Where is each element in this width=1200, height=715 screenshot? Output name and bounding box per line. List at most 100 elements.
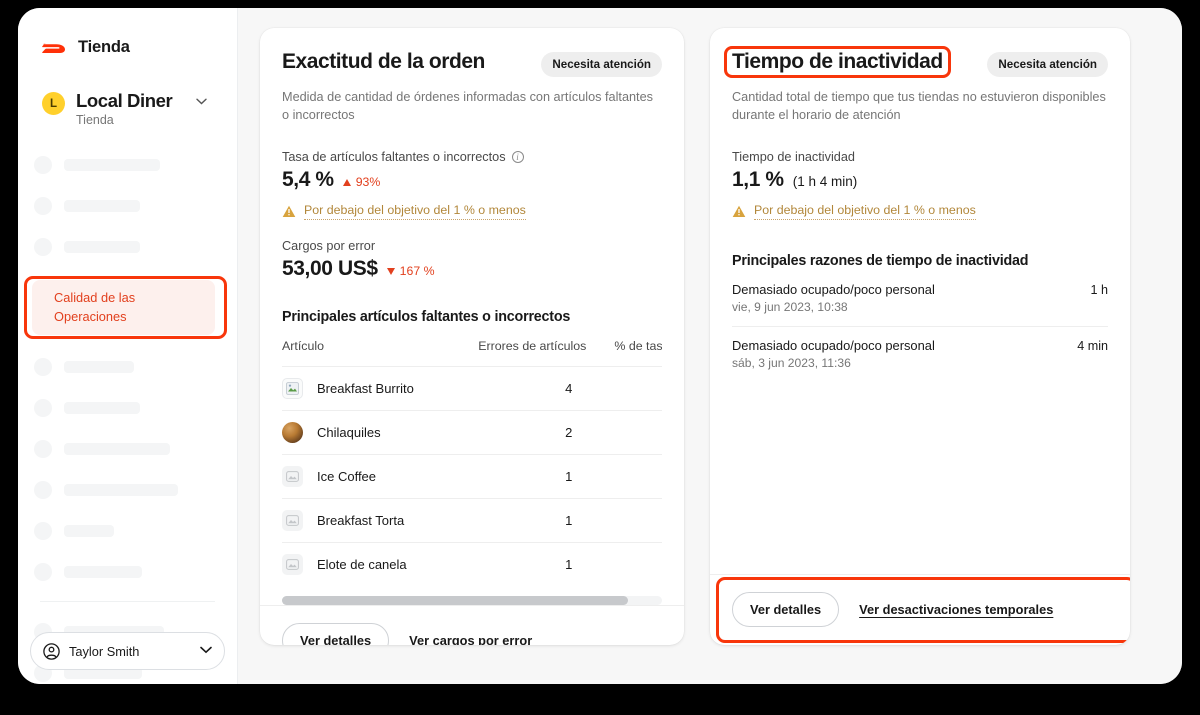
arrow-up-icon <box>342 178 351 186</box>
downtime-value: 1,1 % <box>732 167 784 191</box>
warning-triangle-icon <box>732 205 746 217</box>
downtime-detail: (1 h 4 min) <box>792 173 858 189</box>
store-subtitle: Tienda <box>76 113 114 128</box>
order-accuracy-card: Exactitud de la orden Necesita atención … <box>260 28 684 645</box>
item-errors: 4 <box>453 365 597 411</box>
item-errors: 2 <box>453 409 597 455</box>
view-temporary-deactivations-link[interactable]: Ver desactivaciones temporales <box>859 602 1053 617</box>
sidebar-item-placeholder[interactable] <box>32 194 223 218</box>
placeholder-icon <box>34 399 52 418</box>
item-name: Breakfast Torta <box>317 512 405 528</box>
item-rate <box>596 365 662 411</box>
table-row[interactable]: Breakfast Torta 1 <box>282 497 662 543</box>
sidebar-item-placeholder[interactable] <box>32 396 223 420</box>
table-row[interactable]: Breakfast Burrito 4 <box>282 365 662 411</box>
scrollbar-thumb[interactable] <box>282 595 628 605</box>
missing-items-rate-label: Tasa de artículos faltantes o incorrecto… <box>282 150 662 164</box>
reason-duration: 1 h <box>1090 282 1108 297</box>
column-header-errores[interactable]: Errores de artículos <box>454 339 596 367</box>
warning-triangle-icon <box>282 205 296 217</box>
downtime-reasons-title: Principales razones de tiempo de inactiv… <box>732 252 1029 269</box>
placeholder-label <box>64 443 170 456</box>
error-charges-label: Cargos por error <box>282 238 376 253</box>
sidebar-item-placeholder[interactable] <box>32 355 223 379</box>
item-name: Elote de canela <box>317 556 407 572</box>
horizontal-scrollbar[interactable] <box>282 595 662 605</box>
placeholder-icon <box>34 563 52 582</box>
placeholder-label <box>64 525 114 538</box>
doordash-logo-icon <box>42 42 65 53</box>
chevron-down-icon[interactable] <box>196 97 208 108</box>
placeholder-label <box>64 361 134 374</box>
item-name-cell: Breakfast Burrito <box>282 365 454 411</box>
item-rate <box>596 409 662 455</box>
placeholder-icon <box>34 522 52 541</box>
table-header-row: Artículo Errores de artículos % de tasa … <box>282 339 662 367</box>
reason-name: Demasiado ocupado/poco personal <box>732 281 935 297</box>
sidebar-item-placeholder[interactable] <box>32 478 223 502</box>
downtime-metric-label: Tiempo de inactividad <box>732 149 855 164</box>
downtime-footer: Ver detalles Ver desactivaciones tempora… <box>710 574 1130 645</box>
list-item[interactable]: Demasiado ocupado/poco personal 1 h vie,… <box>732 269 1108 326</box>
user-circle-icon <box>43 642 60 660</box>
user-menu[interactable]: Taylor Smith <box>30 632 225 670</box>
item-name: Ice Coffee <box>317 468 377 484</box>
placeholder-label <box>64 566 142 579</box>
item-name: Breakfast Burrito <box>317 380 414 396</box>
column-header-articulo[interactable]: Artículo <box>282 339 454 367</box>
broken-image-icon <box>282 377 303 399</box>
user-name: Taylor Smith <box>69 643 140 659</box>
info-icon[interactable]: i <box>511 150 524 163</box>
sidebar-item-placeholder[interactable] <box>32 560 223 584</box>
placeholder-label <box>64 241 140 254</box>
sidebar: Tienda L Local Diner Tienda Calidad de l… <box>18 8 238 684</box>
view-details-button[interactable]: Ver detalles <box>732 592 840 627</box>
placeholder-icon <box>34 358 52 377</box>
placeholder-label <box>64 402 140 415</box>
placeholder-icon <box>34 440 52 459</box>
image-placeholder-icon <box>282 509 303 531</box>
sidebar-item-calidad-operaciones[interactable]: Calidad de las Operaciones <box>32 280 215 336</box>
item-name-cell: Chilaquiles <box>282 409 454 455</box>
placeholder-icon <box>34 156 52 175</box>
card-description: Medida de cantidad de órdenes informadas… <box>282 90 653 123</box>
list-item[interactable]: Demasiado ocupado/poco personal 4 min sá… <box>732 325 1108 382</box>
sidebar-item-placeholder[interactable] <box>32 235 223 259</box>
goal-warning-text: Por debajo del objetivo del 1 % o menos <box>304 203 526 220</box>
item-rate <box>596 497 662 543</box>
page-title: Exactitud de la orden <box>282 50 485 73</box>
table-row[interactable]: Ice Coffee 1 <box>282 453 662 499</box>
goal-warning-text: Por debajo del objetivo del 1 % o menos <box>754 203 976 220</box>
item-errors: 1 <box>453 453 597 499</box>
card-header: Tiempo de inactividad Necesita atención <box>724 46 1108 78</box>
sidebar-item-calidad-operaciones-highlight: Calidad de las Operaciones <box>24 276 227 340</box>
item-name-cell: Ice Coffee <box>282 453 454 499</box>
error-charges-delta: 167 % <box>386 264 435 279</box>
column-header-tasa-errores[interactable]: % de tasa de errores de <box>596 339 662 367</box>
sidebar-item-placeholder[interactable] <box>32 437 223 461</box>
table-row[interactable]: Elote de canela 1 <box>282 541 662 586</box>
image-placeholder-icon <box>282 465 303 487</box>
store-selector[interactable]: L Local Diner Tienda <box>18 57 237 127</box>
reason-duration: 4 min <box>1077 338 1108 353</box>
downtime-metric-value-row: 1,1 % (1 h 4 min) <box>732 168 1108 192</box>
top-items-table-scroll[interactable]: Artículo Errores de artículos % de tasa … <box>282 339 662 586</box>
app-window: Tienda L Local Diner Tienda Calidad de l… <box>18 8 1182 684</box>
goal-warning[interactable]: Por debajo del objetivo del 1 % o menos <box>282 203 662 220</box>
reason-name: Demasiado ocupado/poco personal <box>732 337 935 353</box>
view-error-charges-link[interactable]: Ver cargos por error <box>409 633 532 645</box>
table-row[interactable]: Chilaquiles 2 <box>282 409 662 455</box>
goal-warning[interactable]: Por debajo del objetivo del 1 % o menos <box>732 203 1108 220</box>
reason-date: sáb, 3 jun 2023, 11:36 <box>732 355 851 370</box>
brand-label: Tienda <box>78 38 130 56</box>
card-header: Exactitud de la orden Necesita atención <box>282 50 662 77</box>
placeholder-icon <box>34 238 52 257</box>
missing-items-rate-value: 5,4 % <box>282 167 334 191</box>
delta-text: 167 % <box>399 264 435 279</box>
view-details-button[interactable]: Ver detalles <box>282 622 390 645</box>
error-charges-value: 53,00 US$ <box>282 256 378 280</box>
downtime-card: Tiempo de inactividad Necesita atención … <box>710 28 1130 645</box>
brand-header[interactable]: Tienda <box>18 8 237 57</box>
sidebar-item-placeholder[interactable] <box>32 153 223 177</box>
sidebar-item-placeholder[interactable] <box>32 519 223 543</box>
